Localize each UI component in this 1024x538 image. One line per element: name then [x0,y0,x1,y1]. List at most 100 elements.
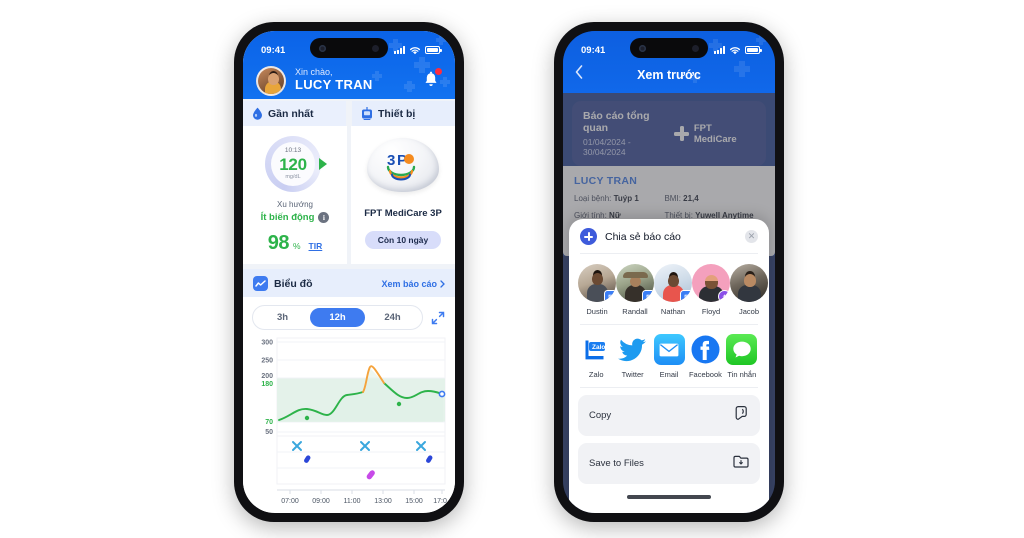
user-name: LUCY TRAN [295,76,373,92]
back-button[interactable] [575,65,583,84]
fpt-medicare-3p-device-image: 3 P [367,138,439,192]
email-icon [653,334,685,365]
contact-name: Floyd [701,307,721,316]
share-app-label: Twitter [621,370,644,379]
avatar: ✉ [578,264,616,302]
notification-badge [435,68,442,75]
facebook-icon [690,334,721,365]
glucose-value: 120 [279,154,307,174]
view-report-label: Xem báo cáo [381,278,437,289]
share-app-label: Facebook [688,370,722,379]
avatar: ✉ [616,264,654,302]
trend-value: Ít biến động [260,212,315,223]
contact-name: Jacob [738,307,759,316]
reading-dot[interactable] [396,401,402,407]
chart-line-icon [253,276,268,291]
avatar: ✦ [692,264,730,302]
add-icon[interactable] [580,228,597,245]
range-3h[interactable]: 3h [255,308,310,327]
chart-x-axis-labels: 07:00 09:00 11:00 13:00 15:00 17:00 [281,498,447,505]
glucose-chart[interactable]: 300 250 200 180 70 50 07:00 09:00 11:00 … [243,334,455,512]
left-phone-frame: 09:41 Xin chào, LUCY TRAN Gần nhất Thiết… [234,22,464,522]
glucose-card[interactable]: 10:13 120 mg/dL Xu hướng Ít biến động i … [243,126,347,264]
share-action-save-to-files[interactable]: Save to Files [578,443,760,484]
close-icon[interactable]: ✕ [745,230,758,243]
share-app-label: Email [659,370,679,379]
tab-gan-nhat[interactable]: Gần nhất [243,101,346,126]
xtick-4: 15:00 [405,498,423,505]
device-icon [362,107,372,120]
chart-panel: Biểu đồ Xem báo cáo 3h 12h 24h 300 250 2… [243,269,455,512]
view-report-link[interactable]: Xem báo cáo [381,279,445,289]
glucose-time: 10:13 [284,147,302,154]
tir-percent: % [292,241,301,251]
contact-item[interactable]: ✉ Randall [616,264,654,316]
copy-icon [733,405,749,426]
tab-gan-nhat-label: Gần nhất [268,107,314,120]
contact-item[interactable]: ✦ Floyd [692,264,730,316]
divider [580,387,758,388]
expand-icon[interactable] [430,310,446,326]
status-time: 09:41 [261,44,286,56]
share-apps-row: Zalo Zalo Twitter Email Facebook Tin nhắ… [569,325,769,387]
avatar [730,264,768,302]
share-app-facebook[interactable]: Facebook [687,334,723,379]
xtick-3: 13:00 [374,498,392,505]
contact-item[interactable]: Jacob [730,264,768,316]
home-indicator [627,495,711,499]
status-icons [394,46,442,55]
share-app-twitter[interactable]: Twitter [614,334,650,379]
ytick-50: 50 [265,429,273,436]
trend-arrow-right-icon [319,158,327,170]
glucose-unit: mg/dL [285,173,301,180]
svg-text:Zalo: Zalo [592,344,605,351]
save-to-files-icon [733,453,749,474]
wifi-icon [729,46,741,54]
info-icon[interactable]: i [318,212,330,223]
tir-link[interactable]: TIR [309,241,323,251]
left-tabs: Gần nhất Thiết bị [243,99,455,126]
tab-thiet-bi[interactable]: Thiết bị [352,101,455,126]
share-action-label: Save to Files [589,458,644,469]
contact-item[interactable]: ✉ Nathan [654,264,692,316]
twitter-icon [617,334,648,365]
dynamic-island [630,38,708,58]
notification-bell-icon[interactable] [421,68,442,91]
contact-name: Randall [622,307,648,316]
left-cards-row: 10:13 120 mg/dL Xu hướng Ít biến động i … [243,126,455,269]
front-camera-icon [319,44,326,52]
fpt-3p-logo-icon: 3 P [386,152,416,181]
glucose-gauge: 10:13 120 mg/dL [262,135,328,193]
range-segmented-control[interactable]: 3h 12h 24h [252,305,423,330]
chevron-right-icon [440,279,445,288]
app-badge: ✦ [718,290,730,302]
current-reading-dot[interactable] [438,390,446,398]
ytick-200: 200 [261,373,273,380]
face-id-sensor-icon [692,44,699,52]
zalo-icon: Zalo [581,334,612,365]
device-card[interactable]: 3 P FPT MediCare 3P Còn 10 ngày [351,126,455,264]
avatar[interactable] [256,66,286,96]
face-id-sensor-icon [372,44,379,52]
reading-dot[interactable] [304,415,310,421]
tab-thiet-bi-label: Thiết bị [378,107,416,120]
xtick-0: 07:00 [281,498,299,505]
range-24h[interactable]: 24h [365,308,420,327]
dynamic-island [310,38,388,58]
ytick-70: 70 [265,419,273,426]
battery-icon [425,46,442,54]
share-app-email[interactable]: Email [651,334,687,379]
share-app-zalo[interactable]: Zalo Zalo [578,334,614,379]
share-app-messages[interactable]: Tin nhắn [724,334,760,379]
page-title: Xem trước [637,68,701,82]
contact-item[interactable]: ✉ Dustin [578,264,616,316]
range-12h[interactable]: 12h [310,308,365,327]
gauge-ring: 10:13 120 mg/dL [265,136,321,192]
trend-label: Xu hướng [277,200,313,209]
front-camera-icon [639,44,646,52]
xtick-2: 11:00 [344,498,361,505]
share-action-copy[interactable]: Copy [578,395,760,436]
share-sheet-title: Chia sẻ báo cáo [605,230,681,243]
share-contacts-row: ✉ Dustin ✉ Randall ✉ Nathan ✦ Floyd Jaco… [569,254,769,324]
greeting-block: Xin chào, LUCY TRAN [295,67,373,92]
